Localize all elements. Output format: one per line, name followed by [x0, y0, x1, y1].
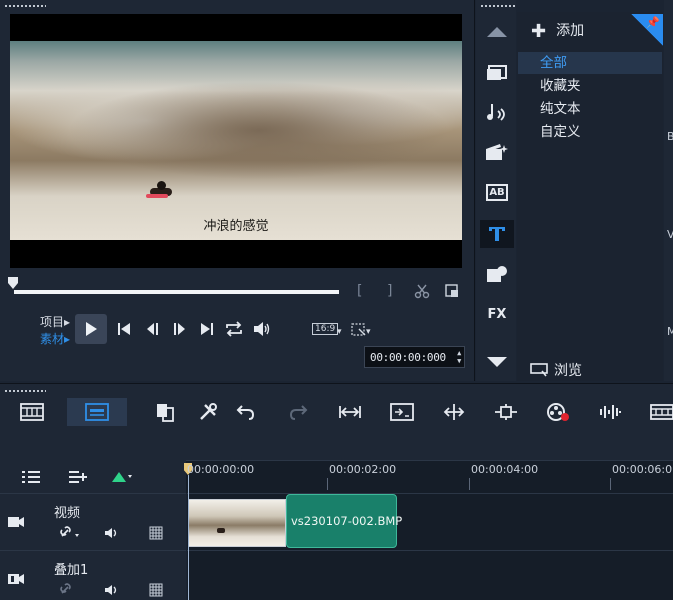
multi-camera-icon[interactable] [648, 399, 673, 425]
mode-project-label[interactable]: 项目▸ [40, 313, 70, 330]
scrub-handle[interactable] [8, 277, 18, 289]
chevron-up-icon[interactable] [480, 18, 514, 46]
clip-label: vs230107-002.BMP [291, 514, 403, 528]
track-lane-overlay[interactable] [187, 550, 673, 600]
fx-icon[interactable]: FX [480, 300, 514, 328]
ripple-edit-icon[interactable] [146, 525, 166, 541]
timecode-field[interactable]: 00:00:00:000 ▲ ▼ [364, 346, 465, 368]
ruler-tick [327, 478, 328, 490]
chevron-down-icon[interactable]: ▾ [337, 327, 342, 337]
timeline-view-icon[interactable] [18, 399, 46, 425]
subtitle-editor-icon[interactable] [388, 399, 416, 425]
browse-icon [530, 363, 548, 377]
track-controls [0, 460, 186, 493]
clip-thumbnail[interactable] [188, 499, 286, 547]
track-name: 叠加1 [54, 563, 89, 578]
edge-letter: B [667, 130, 673, 143]
playhead-line [188, 475, 189, 600]
pin-icon: 📌 [646, 16, 660, 29]
graphic-icon[interactable] [480, 260, 514, 288]
mark-out-icon[interactable]: ] [387, 283, 392, 299]
timecode-spinner-icon[interactable]: ▲ ▼ [457, 349, 461, 365]
video-subtitle: 冲浪的感觉 [203, 219, 269, 234]
instant-project-icon[interactable] [480, 138, 514, 166]
overlay-track-icon [6, 571, 26, 587]
track-name: 视频 [54, 506, 81, 521]
track-header-overlay[interactable]: 叠加1 [0, 550, 186, 600]
library-item-custom[interactable]: 自定义 [518, 121, 662, 143]
link-icon[interactable] [58, 525, 82, 541]
edge-letter: V [667, 228, 673, 241]
smart-proxy-icon[interactable] [336, 399, 364, 425]
track-manager-icon[interactable] [20, 469, 42, 485]
scissors-icon[interactable] [414, 283, 430, 303]
options-panel-edge: B V M [664, 0, 673, 381]
panel-grip[interactable] [4, 389, 46, 393]
storyboard-view-button[interactable] [67, 398, 127, 426]
ruler-tick [610, 478, 611, 490]
track-volume-icon[interactable] [102, 582, 122, 598]
library-item-all[interactable]: 全部 [518, 52, 662, 74]
chevron-down-icon[interactable]: ▾ [366, 327, 371, 337]
mark-in-icon[interactable]: [ [357, 283, 362, 299]
plus-icon: ✚ [531, 21, 547, 42]
audio-mixer-icon[interactable] [596, 399, 624, 425]
edge-letter: M [667, 325, 673, 338]
copy-icon[interactable] [151, 399, 179, 425]
previous-frame-icon[interactable] [142, 320, 164, 338]
title-icon[interactable] [480, 220, 514, 248]
player-panel: 冲浪的感觉 [ ] 项目▸ 素材▸ 16:9 ▾ ▾ 00:00:00:000 … [0, 0, 475, 381]
skip-to-start-icon[interactable] [114, 320, 134, 338]
undo-icon[interactable] [232, 399, 260, 425]
repeat-icon[interactable] [222, 319, 246, 339]
timeline-toolbar [0, 383, 673, 460]
ruler-label: 00:00:06:0 [612, 463, 673, 476]
panel-grip[interactable] [480, 4, 516, 8]
add-button[interactable]: ✚ 添加 [531, 20, 584, 42]
video-camera-icon [6, 514, 26, 530]
record-capture-icon[interactable] [544, 399, 572, 425]
preview-screen: 冲浪的感觉 [10, 14, 462, 268]
scrub-bar[interactable] [14, 290, 339, 294]
storyboard-icon [85, 403, 109, 421]
chapter-menu-icon[interactable] [110, 469, 134, 485]
video-frame: 冲浪的感觉 [10, 41, 462, 240]
pin-button[interactable]: 📌 [631, 14, 663, 46]
ruler-label: 00:00:00:00 [187, 463, 255, 476]
surfer-figure [146, 181, 172, 198]
library-sidebar: AB FX [476, 0, 516, 381]
track-header-video[interactable]: 视频 [0, 493, 186, 550]
split-icon[interactable] [440, 399, 468, 425]
ruler-label: 00:00:04:00 [471, 463, 539, 476]
ruler-label: 00:00:02:00 [329, 463, 397, 476]
media-icon[interactable] [480, 58, 514, 86]
volume-icon[interactable] [251, 319, 273, 339]
tools-icon[interactable] [194, 399, 222, 425]
aspect-ratio-button[interactable]: 16:9 [312, 323, 339, 335]
library-panel: ✚ 添加 全部 收藏夹 纯文本 自定义 [517, 12, 663, 381]
fit-project-icon[interactable] [492, 399, 520, 425]
library-item-plain-text[interactable]: 纯文本 [518, 98, 662, 120]
link-icon[interactable] [58, 582, 82, 598]
transition-icon[interactable]: AB [480, 178, 514, 206]
redo-icon[interactable] [284, 399, 312, 425]
chevron-down-icon[interactable] [480, 348, 514, 376]
audio-icon[interactable] [480, 98, 514, 126]
add-remove-chapter-icon[interactable] [67, 469, 89, 485]
browse-button[interactable]: 浏览 [530, 360, 582, 380]
library-item-favorites[interactable]: 收藏夹 [518, 75, 662, 97]
play-button[interactable] [75, 314, 107, 344]
mode-clip-label[interactable]: 素材▸ [40, 330, 70, 347]
track-volume-icon[interactable] [102, 525, 122, 541]
ripple-edit-icon[interactable] [146, 582, 166, 598]
next-frame-icon[interactable] [168, 320, 190, 338]
skip-to-end-icon[interactable] [197, 320, 217, 338]
panel-grip[interactable] [4, 4, 46, 8]
ruler-tick [469, 478, 470, 490]
enlarge-preview-icon[interactable] [444, 283, 460, 303]
